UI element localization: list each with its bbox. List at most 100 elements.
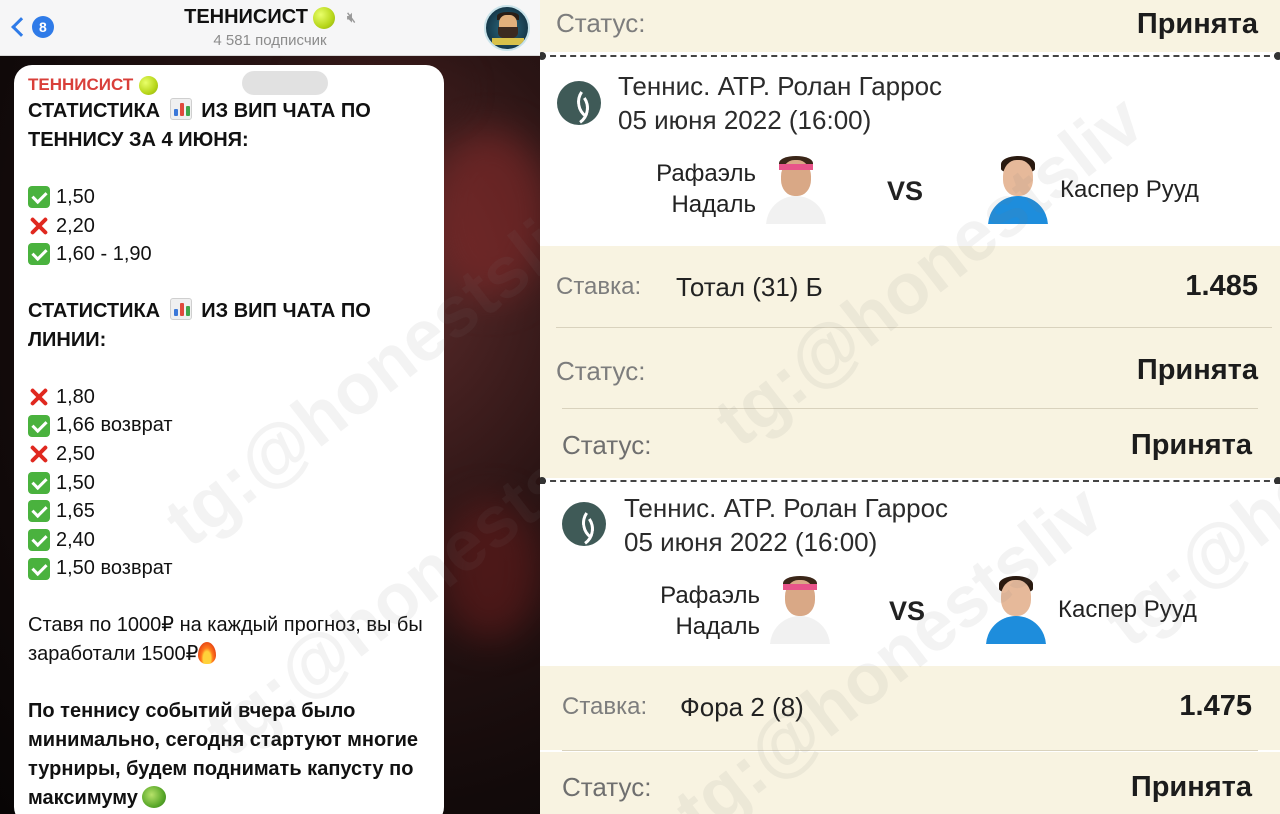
stats-heading-line: СТАТИСТИКА ИЗ ВИП ЧАТА ПО ЛИНИИ:: [28, 297, 430, 355]
cabbage-icon: [141, 785, 166, 808]
odds-value: 1.485: [1185, 270, 1258, 302]
message-bubble[interactable]: ТЕННИСИСТ СТАТИСТИКА ИЗ ВИП ЧАТА ПО ТЕНН…: [14, 65, 444, 814]
result-odds: 1,80: [56, 385, 95, 408]
result-odds: 2,50: [56, 442, 95, 465]
slip-separator: [540, 55, 1280, 57]
results-list-tennis: 1,50 2,20 1,60 - 1,90: [28, 183, 430, 269]
tournament-name: Теннис. ATP. Ролан Гаррос: [618, 71, 943, 101]
result-item: 1,60 - 1,90: [28, 240, 430, 269]
status-value: Принята: [1130, 429, 1252, 461]
stake-row: Ставка: Тотал (31) Б 1.485: [540, 246, 1280, 330]
player1-avatar: [766, 576, 834, 644]
summary-text: Ставя по 1000₽ на каждый прогноз, вы бы …: [28, 613, 423, 665]
avatar-label-icon: [492, 38, 524, 45]
player1-name: Рафаэль Надаль: [660, 582, 760, 640]
result-item: 1,50: [28, 469, 430, 498]
channel-avatar[interactable]: [484, 5, 530, 51]
bar-chart-icon: [169, 98, 192, 120]
telegram-channel-screen: 8 ТЕННИСИСТ 🔇︎ 4 581 подписчик ТЕННИСИСТ…: [0, 0, 540, 814]
date-pill: [242, 71, 328, 95]
message-sender: ТЕННИСИСТ: [28, 73, 430, 97]
closing-note: По теннису событий вчера было минимально…: [28, 697, 430, 813]
stake-label: Ставка:: [556, 273, 642, 300]
channel-title[interactable]: ТЕННИСИСТ 🔇︎: [0, 6, 540, 29]
heading-word: СТАТИСТИКА: [28, 100, 161, 122]
cross-mark-icon: [28, 215, 50, 237]
odds-value: 1.475: [1179, 690, 1252, 722]
result-item: 1,65: [28, 497, 430, 526]
status-label: Статус:: [556, 356, 646, 386]
check-mark-icon: [28, 414, 50, 437]
player1-avatar: [762, 156, 830, 224]
result-odds: 1,50: [56, 471, 95, 494]
status-value: Принята: [1136, 354, 1258, 386]
divider: [556, 327, 1272, 328]
stake-value: Тотал (31) Б: [676, 272, 823, 302]
separator-dot: [1274, 52, 1280, 60]
player1-name: Рафаэль Надаль: [656, 160, 756, 218]
sender-name: ТЕННИСИСТ: [28, 75, 134, 94]
status-row: Статус: Принята: [540, 410, 1280, 478]
result-odds: 2,20: [56, 214, 95, 237]
result-item: 2,20: [28, 212, 430, 241]
cross-mark-icon: [28, 443, 50, 465]
status-label: Статус:: [562, 430, 652, 460]
divider: [562, 408, 1258, 409]
result-item: 1,50: [28, 183, 430, 212]
status-value: Принята: [1130, 771, 1252, 803]
result-item: 1,66 возврат: [28, 411, 430, 440]
fire-icon: [198, 641, 217, 664]
results-list-line: 1,80 1,66 возврат 2,50 1,50 1,65 2,40 1,50 воз…: [28, 383, 430, 583]
divider: [562, 750, 1258, 751]
check-mark-icon: [28, 243, 50, 266]
check-mark-icon: [28, 186, 50, 209]
player2-avatar: [982, 576, 1050, 644]
profit-summary: Ставя по 1000₽ на каждый прогноз, вы бы …: [28, 611, 430, 669]
status-row: Статус: Принята: [540, 0, 1280, 52]
bar-chart-icon: [169, 297, 192, 320]
slip-separator: [540, 480, 1280, 482]
result-item: 2,50: [28, 440, 430, 469]
match-datetime: 05 июня 2022 (16:00): [618, 105, 872, 135]
stake-row: Ставка: Фора 2 (8) 1.475: [540, 666, 1280, 750]
status-label: Статус:: [562, 772, 652, 802]
result-odds: 1,65: [56, 500, 95, 523]
result-odds: 1,66 возврат: [56, 414, 173, 437]
result-odds: 1,60 - 1,90: [56, 243, 152, 266]
channel-name: ТЕННИСИСТ: [184, 6, 308, 29]
status-value: Принята: [1136, 8, 1258, 40]
status-row: Статус: Принята: [540, 330, 1280, 410]
bet-slip[interactable]: Теннис. ATP. Ролан Гаррос 05 июня 2022 (…: [540, 484, 1280, 666]
result-item: 1,80: [28, 383, 430, 412]
tennis-sport-icon: [562, 502, 606, 546]
tournament-name: Теннис. ATP. Ролан Гаррос: [624, 493, 949, 523]
separator-dot: [540, 52, 546, 60]
channel-header: 8 ТЕННИСИСТ 🔇︎ 4 581 подписчик: [0, 0, 540, 56]
result-item: 2,40: [28, 526, 430, 555]
result-odds: 1,50: [56, 186, 95, 208]
result-odds: 1,50 возврат: [56, 557, 173, 580]
tennis-sport-icon: [557, 81, 601, 125]
muted-icon: 🔇︎: [347, 9, 356, 26]
result-odds: 2,40: [56, 528, 95, 551]
status-row: Статус: Принята: [540, 752, 1280, 814]
heading-word: СТАТИСТИКА: [28, 299, 161, 322]
match-datetime: 05 июня 2022 (16:00): [624, 527, 878, 557]
tennis-ball-icon: [313, 6, 336, 29]
status-label: Статус:: [556, 8, 646, 38]
background-blur: [430, 130, 540, 300]
background-blur: [440, 500, 540, 640]
versus-label: VS: [889, 596, 926, 626]
result-item: 1,50 возврат: [28, 554, 430, 583]
subscriber-count: 4 581 подписчик: [213, 32, 327, 49]
cross-mark-icon: [28, 386, 50, 408]
tennis-ball-icon: [139, 75, 159, 95]
check-mark-icon: [28, 500, 50, 523]
bet-history-screen: Статус: Принята Теннис. ATP. Ролан Гарро…: [540, 0, 1280, 814]
player2-name: Каспер Рууд: [1058, 596, 1197, 623]
stats-heading-tennis: СТАТИСТИКА ИЗ ВИП ЧАТА ПО ТЕННИСУ ЗА 4 И…: [28, 97, 430, 155]
bet-slip[interactable]: Теннис. ATP. Ролан Гаррос 05 июня 2022 (…: [540, 60, 1280, 246]
stake-label: Ставка:: [562, 693, 648, 720]
stake-value: Фора 2 (8): [680, 692, 804, 722]
check-mark-icon: [28, 529, 50, 552]
